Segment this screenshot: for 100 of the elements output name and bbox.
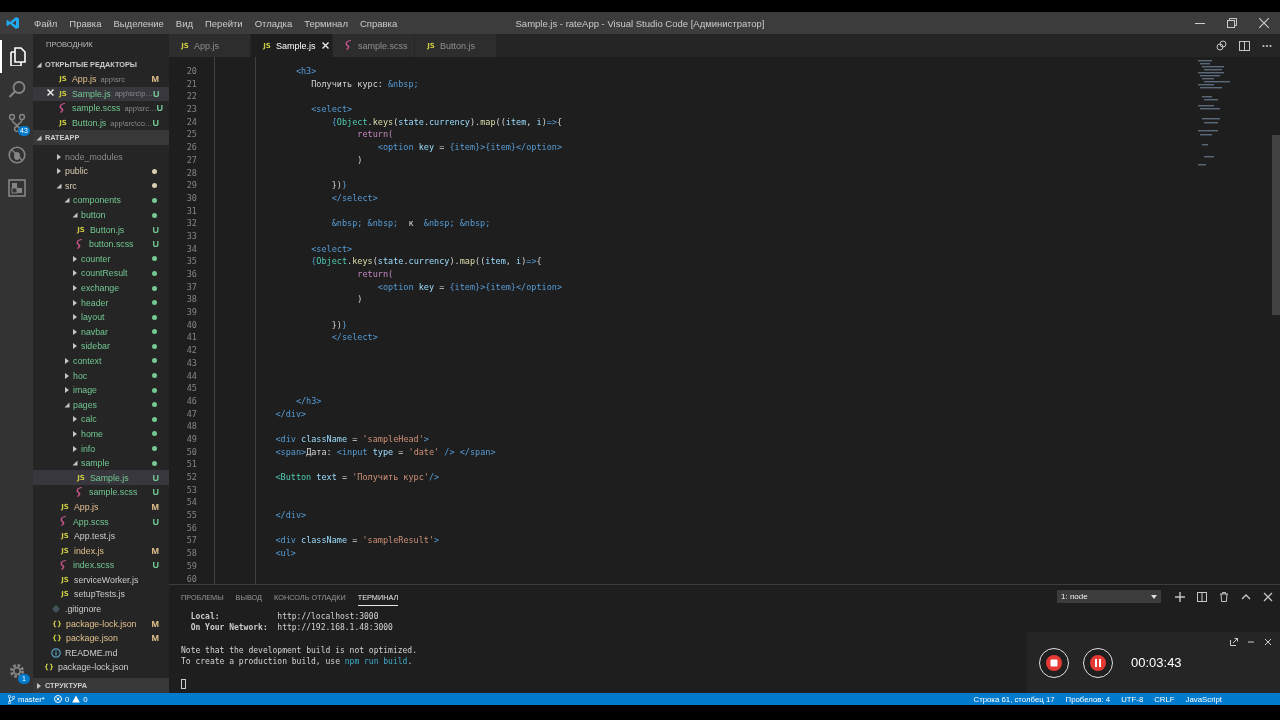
menu-item[interactable]: Справка [353, 17, 404, 29]
pause-button[interactable] [1083, 647, 1113, 678]
collapsed-arrow-icon[interactable] [72, 445, 78, 452]
folder-item[interactable]: public [65, 166, 88, 177]
expanded-arrow-icon[interactable] [72, 212, 78, 219]
minimize-icon[interactable] [1247, 638, 1255, 646]
code-line: <ul> [274, 547, 296, 560]
file-item[interactable]: Sample.js [90, 472, 129, 483]
folder-item[interactable]: pages [73, 399, 97, 410]
expanded-arrow-icon[interactable] [36, 134, 42, 141]
menu-item[interactable]: Выделение [107, 17, 170, 29]
file-item[interactable]: index.scss [73, 560, 115, 571]
folder-item[interactable]: context [73, 356, 102, 366]
file-item[interactable]: package-lock.json [58, 662, 129, 673]
terminal-dropdown[interactable]: 1: node [1057, 590, 1161, 603]
folder-item[interactable]: button [81, 210, 106, 221]
git-status-letter: U [152, 487, 159, 498]
expanded-arrow-icon[interactable] [36, 61, 42, 68]
file-item[interactable]: serviceWorker.js [74, 574, 139, 585]
stop-button[interactable] [1039, 647, 1069, 678]
trash-icon[interactable] [1219, 591, 1229, 602]
files-icon[interactable] [8, 47, 27, 66]
file-item[interactable]: App.js [74, 501, 99, 512]
line-number: 34 [185, 242, 197, 256]
collapsed-arrow-icon[interactable] [36, 682, 42, 689]
close-icon[interactable] [1263, 591, 1273, 602]
folder-item[interactable]: image [73, 385, 97, 396]
expanded-arrow-icon[interactable] [72, 460, 78, 467]
folder-item[interactable]: info [81, 443, 96, 454]
plus-icon[interactable] [1175, 591, 1185, 602]
expanded-arrow-icon[interactable] [56, 182, 62, 189]
menu-item[interactable]: Правка [63, 17, 108, 29]
collapsed-arrow-icon[interactable] [72, 270, 78, 277]
folder-item[interactable]: components [73, 195, 121, 206]
menu-item[interactable]: Вид [169, 17, 199, 29]
collapsed-arrow-icon[interactable] [64, 387, 70, 394]
folder-item[interactable]: header [81, 297, 109, 308]
collapsed-arrow-icon[interactable] [72, 255, 78, 262]
file-item[interactable]: index.js [74, 545, 104, 556]
collapsed-arrow-icon[interactable] [56, 153, 62, 160]
expanded-arrow-icon[interactable] [64, 197, 70, 204]
extensions-icon[interactable] [7, 179, 26, 198]
scrollbar-thumb[interactable] [1272, 135, 1280, 315]
more-icon[interactable] [1262, 43, 1272, 48]
menu-item[interactable]: Терминал [298, 17, 354, 29]
collapsed-arrow-icon[interactable] [64, 358, 70, 364]
menu-item[interactable]: Файл [28, 17, 64, 29]
collapsed-arrow-icon[interactable] [72, 343, 78, 350]
bug-icon[interactable] [7, 146, 26, 165]
open-external-icon[interactable] [1230, 638, 1238, 646]
collapsed-arrow-icon[interactable] [72, 285, 78, 291]
folder-item[interactable]: countResult [81, 268, 128, 279]
folder-item[interactable]: sidebar [81, 341, 110, 352]
file-item[interactable]: Button.js [90, 224, 125, 235]
collapsed-arrow-icon[interactable] [72, 299, 78, 306]
file-item[interactable]: .gitignore [65, 604, 102, 615]
folder-item[interactable]: counter [81, 253, 111, 264]
folder-item[interactable]: node_modules [65, 151, 123, 162]
folder-item[interactable]: layout [81, 312, 105, 323]
stop-icon [1046, 654, 1062, 671]
editor-tab[interactable]: sample.scss [333, 34, 415, 57]
menu-item[interactable]: Перейти [199, 17, 249, 29]
folder-item[interactable]: src [65, 180, 77, 191]
collapsed-arrow-icon[interactable] [72, 328, 78, 335]
close-icon[interactable] [1259, 18, 1269, 28]
close-icon[interactable] [1264, 638, 1272, 646]
file-item[interactable]: button.scss [89, 239, 134, 250]
restore-icon[interactable] [1227, 18, 1237, 28]
split-editor-icon[interactable] [1239, 40, 1250, 51]
line-number: 58 [185, 547, 197, 560]
file-item[interactable]: App.test.js [74, 531, 116, 542]
code-line: <div className = 'sampleHead'> [274, 432, 429, 446]
file-item[interactable]: setupTests.js [74, 589, 125, 600]
split-icon[interactable] [1197, 591, 1207, 602]
file-item[interactable]: README.md [65, 647, 118, 658]
collapsed-arrow-icon[interactable] [72, 314, 78, 321]
collapsed-arrow-icon[interactable] [56, 168, 62, 175]
collapsed-arrow-icon[interactable] [72, 416, 78, 423]
line-number: 51 [185, 458, 197, 471]
collapsed-arrow-icon[interactable] [72, 430, 78, 437]
folder-item[interactable]: calc [81, 414, 97, 425]
search-icon[interactable] [7, 80, 26, 99]
compare-changes-icon[interactable] [1216, 40, 1227, 51]
line-number: 32 [185, 217, 197, 230]
folder-item[interactable]: navbar [81, 326, 108, 337]
menu-item[interactable]: Отладка [248, 17, 299, 29]
line-number: 60 [185, 572, 197, 584]
expanded-arrow-icon[interactable] [64, 401, 70, 408]
file-item[interactable]: package.json [66, 633, 118, 644]
folder-item[interactable]: sample [81, 458, 110, 469]
logo-icon [6, 16, 20, 30]
collapsed-arrow-icon[interactable] [64, 372, 70, 379]
source-control-icon[interactable] [7, 113, 26, 132]
file-item[interactable]: sample.scss [89, 487, 138, 498]
file-item[interactable]: package-lock.json [66, 618, 137, 629]
folder-item[interactable]: home [81, 428, 103, 439]
file-item[interactable]: App.scss [73, 516, 109, 527]
folder-item[interactable]: exchange [81, 283, 120, 293]
folder-item[interactable]: hoc [73, 370, 88, 381]
settings-icon[interactable] [7, 661, 26, 680]
